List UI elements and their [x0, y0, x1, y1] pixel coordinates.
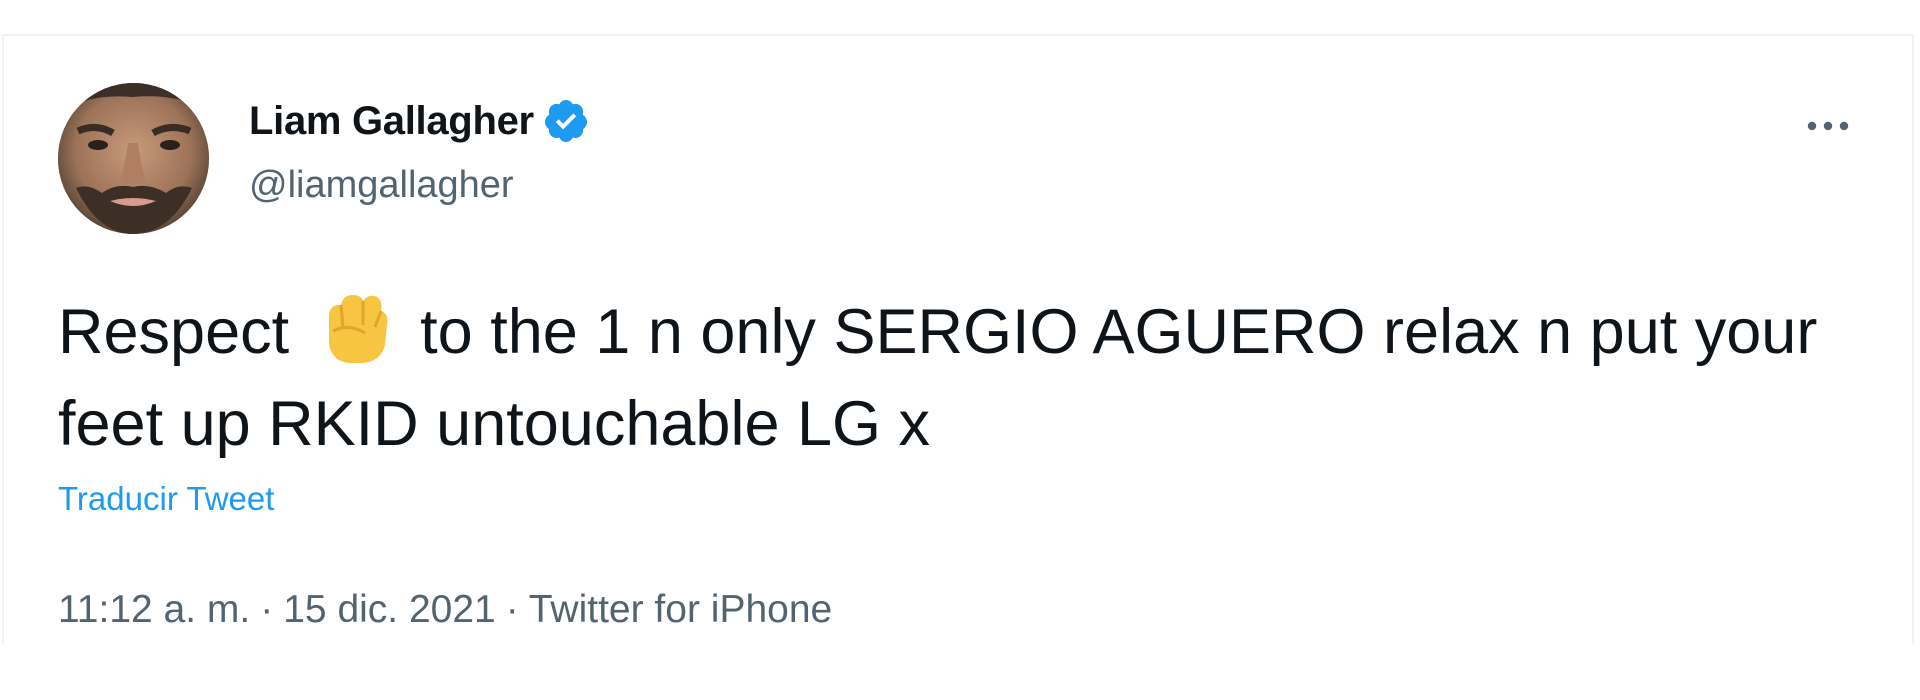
meta-separator: ·	[505, 588, 519, 631]
verified-badge-icon	[542, 97, 590, 145]
meta-separator: ·	[260, 588, 274, 631]
raised-fist-emoji-icon	[313, 287, 397, 367]
more-options-button[interactable]	[1798, 108, 1858, 144]
author-name-row[interactable]: Liam Gallagher	[249, 96, 590, 146]
translate-tweet-link[interactable]: Traducir Tweet	[58, 480, 274, 518]
more-horizontal-icon	[1807, 121, 1849, 131]
author-display-name[interactable]: Liam Gallagher	[249, 99, 534, 144]
tweet-body: Respect to the 1 n only SERGIO AGUERO re…	[58, 286, 1858, 470]
tweet-source[interactable]: Twitter for iPhone	[529, 588, 832, 632]
user-avatar-photo-icon	[58, 83, 209, 234]
avatar[interactable]	[58, 83, 209, 234]
tweet-metadata: 11:12 a. m. · 15 dic. 2021 · Twitter for…	[58, 588, 832, 632]
tweet-text-start: Respect	[58, 297, 290, 367]
tweet-card: Liam Gallagher @liamgallagher Respect to…	[2, 34, 1914, 644]
tweet-time[interactable]: 11:12 a. m.	[58, 588, 250, 632]
author-handle[interactable]: @liamgallagher	[249, 164, 514, 207]
tweet-date[interactable]: 15 dic. 2021	[283, 588, 496, 632]
